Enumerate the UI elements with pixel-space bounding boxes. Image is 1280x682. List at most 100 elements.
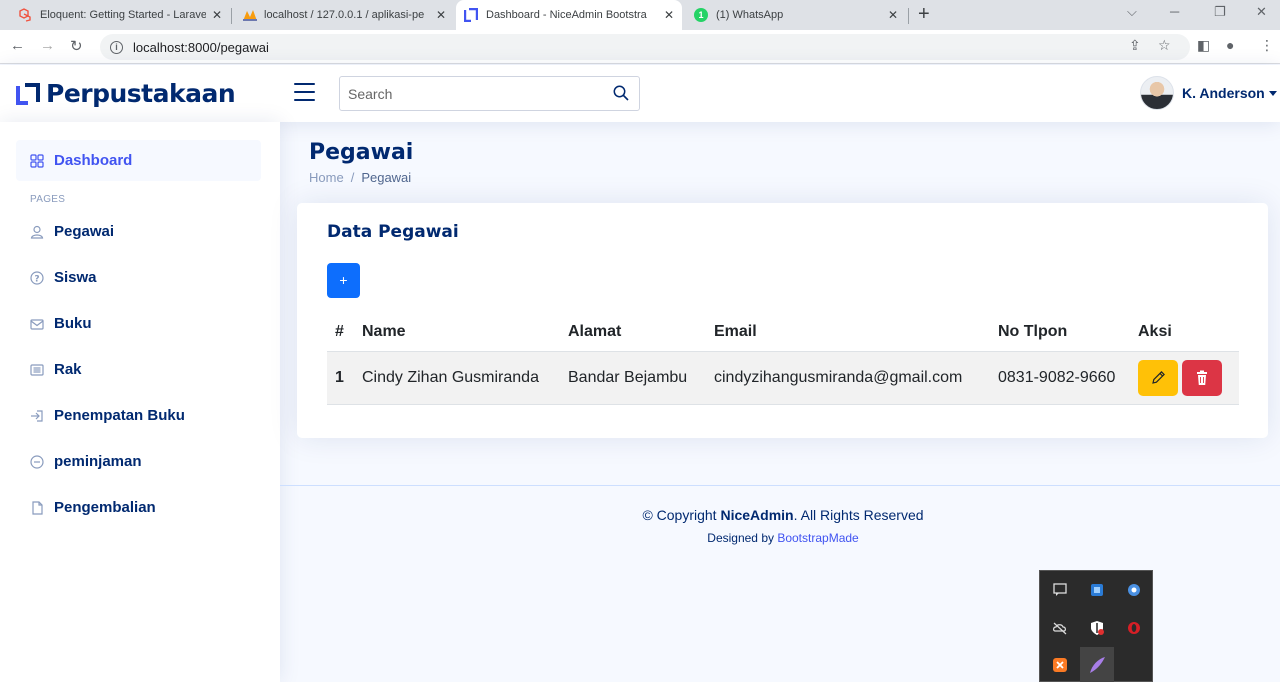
column-header: Email — [706, 313, 990, 352]
sidebar-item-pegawai[interactable]: Pegawai — [16, 211, 261, 252]
tray-security-icon[interactable] — [1089, 620, 1105, 636]
sidebar-item-label: Siswa — [54, 269, 97, 286]
tray-opera-icon[interactable] — [1126, 620, 1142, 636]
toggle-sidebar-button[interactable] — [294, 83, 315, 101]
breadcrumb: Home / Pegawai — [309, 170, 411, 185]
breadcrumb-home[interactable]: Home — [309, 170, 344, 185]
sidebar-item-buku[interactable]: Buku — [16, 303, 261, 344]
tray-cloud-off-icon[interactable] — [1052, 620, 1068, 636]
sidebar-item-label: Pegawai — [54, 223, 115, 240]
tray-xampp-icon[interactable] — [1052, 657, 1068, 673]
breadcrumb-separator: / — [350, 170, 355, 185]
tab-separator — [231, 8, 232, 24]
question-circle-icon: ? — [30, 270, 44, 285]
file-icon — [30, 500, 44, 515]
sidebar-item-dashboard[interactable]: Dashboard — [16, 140, 261, 181]
profile-dropdown[interactable]: K. Anderson — [1140, 76, 1277, 110]
browser-tab-laravel[interactable]: Eloquent: Getting Started - Larave ✕ — [10, 0, 230, 30]
close-tab-icon[interactable]: ✕ — [212, 8, 222, 22]
designer-link[interactable]: BootstrapMade — [777, 531, 858, 545]
browser-tab-whatsapp[interactable]: 1 (1) WhatsApp ✕ — [686, 0, 906, 30]
search-bar — [339, 76, 640, 111]
sidebar-item-rak[interactable]: Rak — [16, 349, 261, 390]
url-bar[interactable]: i localhost:8000/pegawai — [100, 34, 1190, 60]
cell-email: cindyzihangusmiranda@gmail.com — [706, 351, 990, 405]
minimize-icon[interactable]: ─ — [1170, 4, 1179, 19]
svg-text:?: ? — [34, 274, 39, 284]
close-window-icon[interactable]: ✕ — [1256, 4, 1267, 20]
column-header: Name — [354, 313, 560, 352]
copyright-brand: NiceAdmin — [720, 507, 794, 523]
url-text: localhost:8000/pegawai — [133, 39, 269, 55]
search-icon[interactable] — [613, 85, 629, 106]
tray-chrome-icon[interactable] — [1126, 582, 1142, 598]
browser-tab-bar: Eloquent: Getting Started - Larave ✕ loc… — [0, 0, 1280, 30]
tab-separator — [908, 8, 909, 24]
sidebar-item-label: peminjaman — [54, 453, 142, 470]
envelope-icon — [30, 317, 44, 331]
bookmark-star-icon[interactable]: ☆ — [1158, 37, 1171, 54]
sidebar-item-siswa[interactable]: ? Siswa — [16, 257, 261, 298]
side-panel-icon[interactable]: ◧ — [1197, 37, 1210, 54]
search-input[interactable] — [348, 85, 598, 102]
cell-alamat: Bandar Bejambu — [560, 351, 706, 405]
browser-tab-phpmyadmin[interactable]: localhost / 127.0.0.1 / aplikasi-pe ✕ — [234, 0, 454, 30]
close-tab-icon[interactable]: ✕ — [436, 8, 446, 22]
footer-credits: Designed by BootstrapMade — [280, 531, 1280, 545]
edit-button[interactable] — [1138, 359, 1178, 396]
app-header: Perpustakaan K. Anderson — [0, 65, 1280, 122]
data-card: Data Pegawai + # Name Alamat Email No Tl… — [297, 203, 1268, 438]
dash-circle-icon — [30, 454, 44, 469]
profile-name: K. Anderson — [1182, 85, 1265, 101]
breadcrumb-current: Pegawai — [361, 170, 412, 185]
sidebar-item-pengembalian[interactable]: Pengembalian — [16, 487, 261, 528]
menu-kebab-icon[interactable]: ⋮ — [1260, 37, 1274, 54]
laravel-icon — [18, 8, 32, 22]
sidebar-heading: Pages — [30, 194, 66, 205]
cell-number: 1 — [327, 351, 354, 405]
card-title: Data Pegawai — [327, 222, 459, 242]
column-header: Alamat — [560, 313, 706, 352]
logo[interactable]: Perpustakaan — [16, 79, 236, 108]
share-icon[interactable]: ⇪ — [1129, 37, 1141, 54]
sidebar-item-label: Penempatan Buku — [54, 407, 185, 424]
phpmyadmin-icon — [242, 8, 257, 22]
page-title: Pegawai — [309, 140, 414, 165]
profile-icon[interactable]: ● — [1226, 37, 1234, 53]
credits-prefix: Designed by — [707, 531, 778, 545]
tray-feather-icon[interactable] — [1080, 647, 1114, 682]
logo-icon — [16, 82, 40, 105]
delete-button[interactable] — [1182, 359, 1222, 396]
sidebar-item-penempatan-buku[interactable]: Penempatan Buku — [16, 395, 261, 436]
restore-icon[interactable]: ❐ — [1214, 4, 1226, 20]
copyright-prefix: © Copyright — [642, 507, 721, 523]
back-icon[interactable]: ← — [10, 37, 25, 54]
whatsapp-icon: 1 — [694, 8, 708, 22]
browser-tab-dashboard[interactable]: Dashboard - NiceAdmin Bootstra ✕ — [456, 0, 682, 30]
tray-network-icon[interactable] — [1089, 582, 1105, 598]
footer-divider — [280, 485, 1280, 486]
cell-actions — [1130, 351, 1239, 405]
column-header: Aksi — [1130, 313, 1239, 352]
trash-icon — [1197, 370, 1207, 385]
cell-name: Cindy Zihan Gusmiranda — [354, 351, 560, 405]
niceadmin-icon — [463, 7, 479, 23]
tab-search-icon[interactable]: ⌵ — [1127, 4, 1137, 20]
new-tab-button[interactable]: + — [918, 3, 930, 26]
sidebar-item-label: Buku — [54, 315, 92, 332]
reload-icon[interactable]: ↻ — [70, 37, 83, 55]
site-info-icon[interactable]: i — [110, 40, 123, 54]
pencil-icon — [1152, 370, 1165, 384]
close-tab-icon[interactable]: ✕ — [888, 8, 898, 22]
logo-text: Perpustakaan — [46, 79, 236, 108]
tray-app-icon[interactable] — [1052, 582, 1068, 598]
grid-icon — [30, 153, 44, 168]
forward-icon[interactable]: → — [40, 37, 55, 54]
add-pegawai-button[interactable]: + — [327, 263, 360, 298]
copyright-suffix: . All Rights Reserved — [793, 507, 924, 523]
pegawai-table: # Name Alamat Email No Tlpon Aksi 1 Cind… — [327, 313, 1239, 405]
sidebar-item-peminjaman[interactable]: peminjaman — [16, 441, 261, 482]
sidebar-item-label: Dashboard — [54, 152, 133, 169]
sidebar-item-label: Pengembalian — [54, 499, 156, 516]
close-tab-icon[interactable]: ✕ — [664, 8, 674, 22]
